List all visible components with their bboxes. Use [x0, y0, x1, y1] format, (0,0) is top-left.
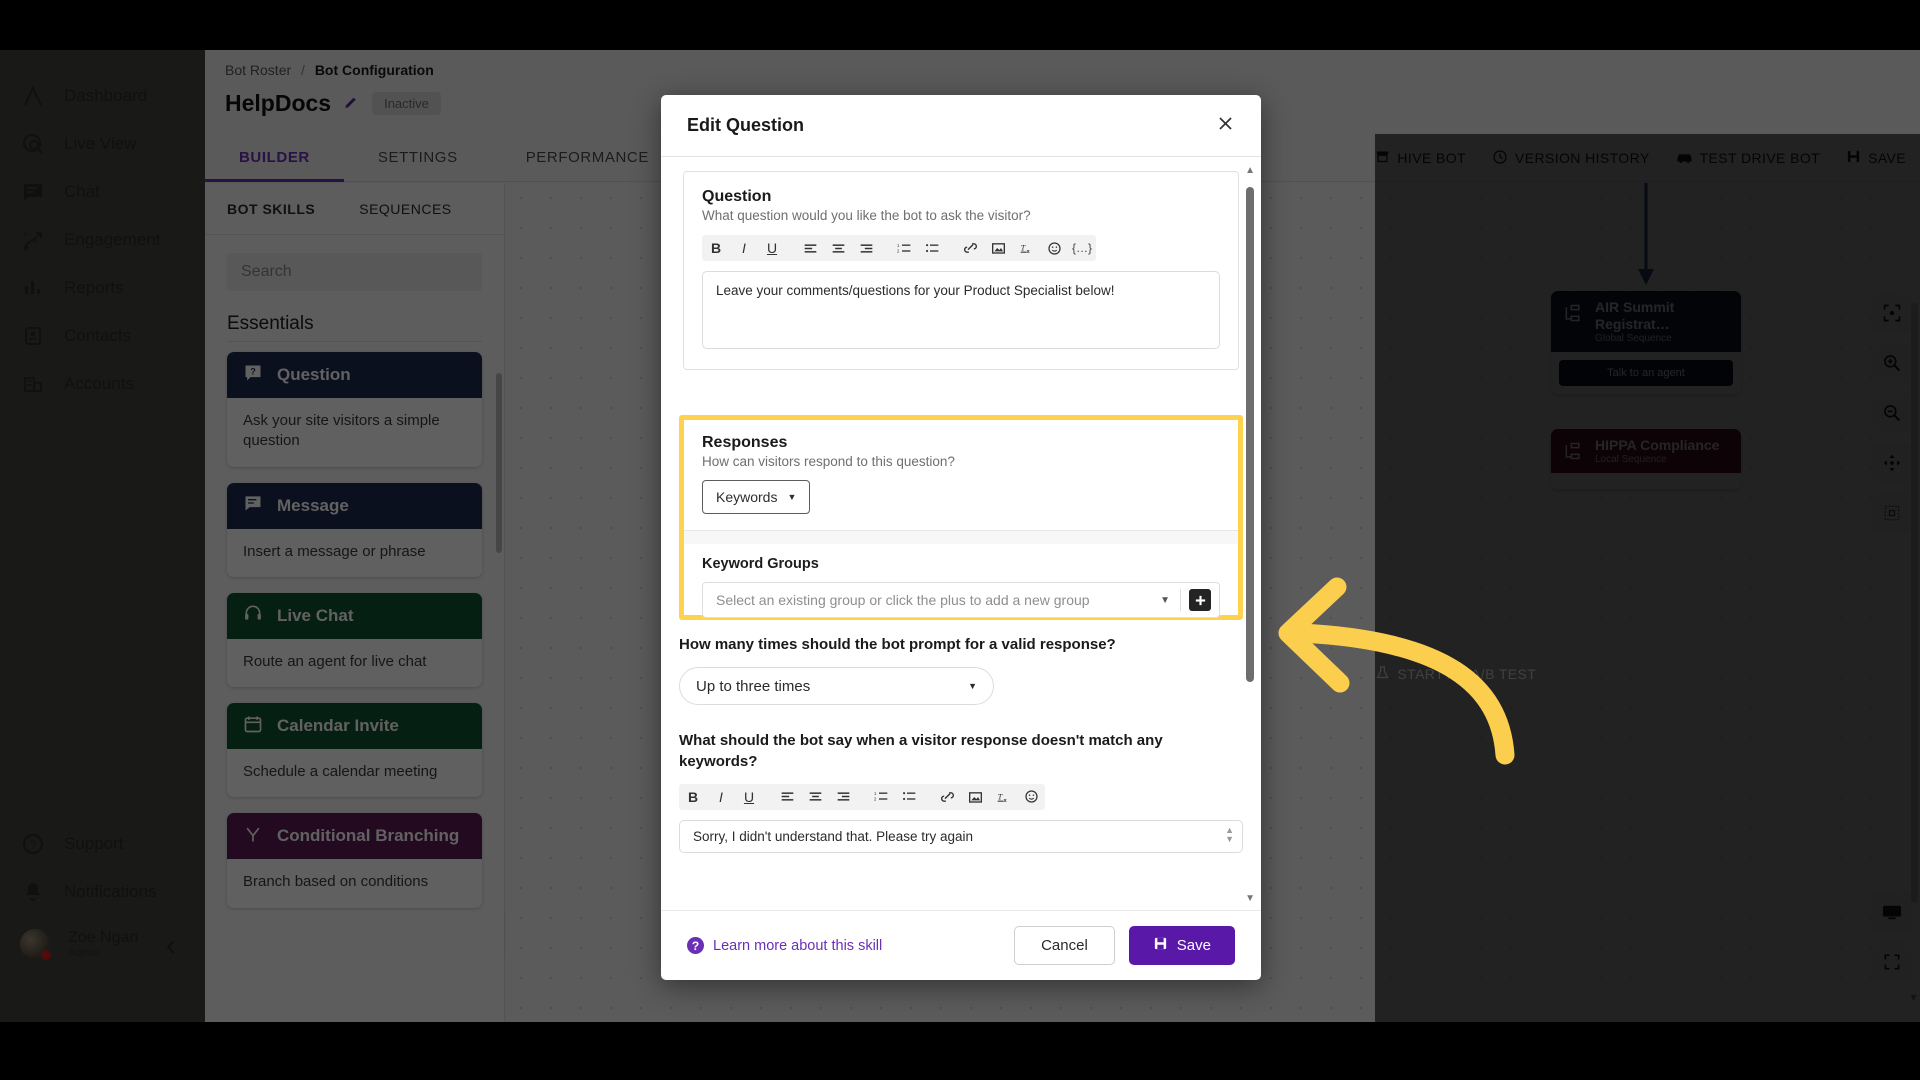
fallback-value: Sorry, I didn't understand that. Please … [693, 828, 973, 844]
bold-button[interactable]: B [702, 235, 730, 261]
emoji-icon[interactable] [1040, 235, 1068, 261]
keyword-groups-label: Keyword Groups [702, 556, 819, 572]
fallback-rich-text-toolbar: B I U 12 Tx [679, 783, 1045, 810]
save-icon [1153, 936, 1168, 955]
align-left-icon[interactable] [773, 784, 801, 810]
application-window: Dashboard Live View Chat ×× Engagement [0, 0, 1920, 1080]
prompt-count-label: How many times should the bot prompt for… [679, 636, 1116, 653]
cancel-button[interactable]: Cancel [1014, 926, 1115, 965]
footer-buttons: Cancel Save [1014, 926, 1235, 965]
variable-token-button[interactable]: {…} [1068, 235, 1096, 261]
link-icon[interactable] [956, 235, 984, 261]
fallback-label: What should the bot say when a visitor r… [679, 732, 1163, 770]
modal-body[interactable]: Question What question would you like th… [661, 157, 1261, 910]
modal-title: Edit Question [687, 115, 804, 135]
link-icon[interactable] [933, 784, 961, 810]
italic-button[interactable]: I [730, 235, 758, 261]
chevron-down-icon[interactable]: ▼ [1150, 595, 1180, 606]
question-textarea[interactable]: Leave your comments/questions for your P… [702, 271, 1220, 349]
top-letterbox-bar [0, 0, 1920, 50]
question-sub: What question would you like the bot to … [702, 208, 1031, 223]
learn-more-label: Learn more about this skill [713, 937, 883, 954]
prompt-count-value: Up to three times [696, 677, 811, 695]
modal-header: Edit Question [661, 95, 1261, 157]
question-section: Question What question would you like th… [683, 171, 1239, 370]
bold-button[interactable]: B [679, 784, 707, 810]
keyword-groups-select[interactable]: Select an existing group or click the pl… [703, 592, 1150, 608]
question-rich-text-toolbar: B I U 12 Tx {…} [702, 235, 1096, 261]
scroll-down-icon[interactable]: ▼ [1245, 893, 1255, 904]
close-icon[interactable] [1216, 114, 1235, 137]
keyword-groups-row: Select an existing group or click the pl… [702, 582, 1220, 618]
edit-question-modal: Edit Question Question What question wou… [661, 95, 1261, 980]
prompt-count-select[interactable]: Up to three times ▼ [679, 667, 994, 706]
chevron-down-icon: ▼ [968, 681, 977, 692]
clear-format-icon[interactable]: Tx [1012, 235, 1040, 261]
responses-heading: Responses [702, 434, 788, 451]
responses-type-value: Keywords [716, 489, 778, 505]
modal-scrollbar-thumb[interactable] [1246, 187, 1254, 682]
ordered-list-icon[interactable]: 12 [867, 784, 895, 810]
add-keyword-group-button[interactable] [1189, 589, 1211, 611]
image-icon[interactable] [984, 235, 1012, 261]
image-icon[interactable] [961, 784, 989, 810]
svg-text:x: x [1026, 249, 1030, 255]
bottom-letterbox-bar [0, 1022, 1920, 1080]
bullet-list-icon[interactable] [918, 235, 946, 261]
responses-type-select[interactable]: Keywords ▼ [702, 480, 811, 514]
chevron-down-icon: ▼ [787, 492, 797, 502]
italic-button[interactable]: I [707, 784, 735, 810]
stepper-icon[interactable]: ▲ ▼ [1225, 825, 1234, 845]
scroll-up-icon[interactable]: ▲ [1245, 165, 1255, 176]
responses-sub: How can visitors respond to this questio… [702, 454, 955, 469]
svg-text:2: 2 [897, 248, 900, 253]
align-right-icon[interactable] [852, 235, 880, 261]
align-left-icon[interactable] [796, 235, 824, 261]
question-heading: Question [702, 188, 772, 205]
underline-button[interactable]: U [758, 235, 786, 261]
svg-text:2: 2 [874, 797, 877, 802]
clear-format-icon[interactable]: Tx [989, 784, 1017, 810]
annotation-arrow-icon [1278, 577, 1515, 765]
svg-text:1: 1 [897, 242, 900, 247]
plus-icon [1195, 595, 1205, 605]
divider [1180, 589, 1181, 611]
bullet-list-icon[interactable] [895, 784, 923, 810]
modal-footer: ? Learn more about this skill Cancel Sav… [661, 910, 1261, 980]
ordered-list-icon[interactable]: 12 [890, 235, 918, 261]
emoji-icon[interactable] [1017, 784, 1045, 810]
align-center-icon[interactable] [801, 784, 829, 810]
svg-text:1: 1 [874, 791, 877, 796]
prompt-and-fallback-area: How many times should the bot prompt for… [679, 635, 1243, 853]
save-label: Save [1176, 937, 1211, 954]
divider [684, 530, 1238, 544]
responses-section: Responses How can visitors respond to th… [684, 420, 1238, 530]
save-button[interactable]: Save [1128, 926, 1235, 965]
align-center-icon[interactable] [824, 235, 852, 261]
svg-text:x: x [1003, 798, 1007, 804]
underline-button[interactable]: U [735, 784, 763, 810]
fallback-textarea[interactable]: Sorry, I didn't understand that. Please … [679, 819, 1243, 853]
keyword-groups-section: Keyword Groups Select an existing group … [684, 544, 1238, 618]
help-icon: ? [687, 937, 704, 954]
align-right-icon[interactable] [829, 784, 857, 810]
responses-highlight-box: Responses How can visitors respond to th… [679, 415, 1243, 620]
learn-more-link[interactable]: ? Learn more about this skill [687, 937, 882, 954]
